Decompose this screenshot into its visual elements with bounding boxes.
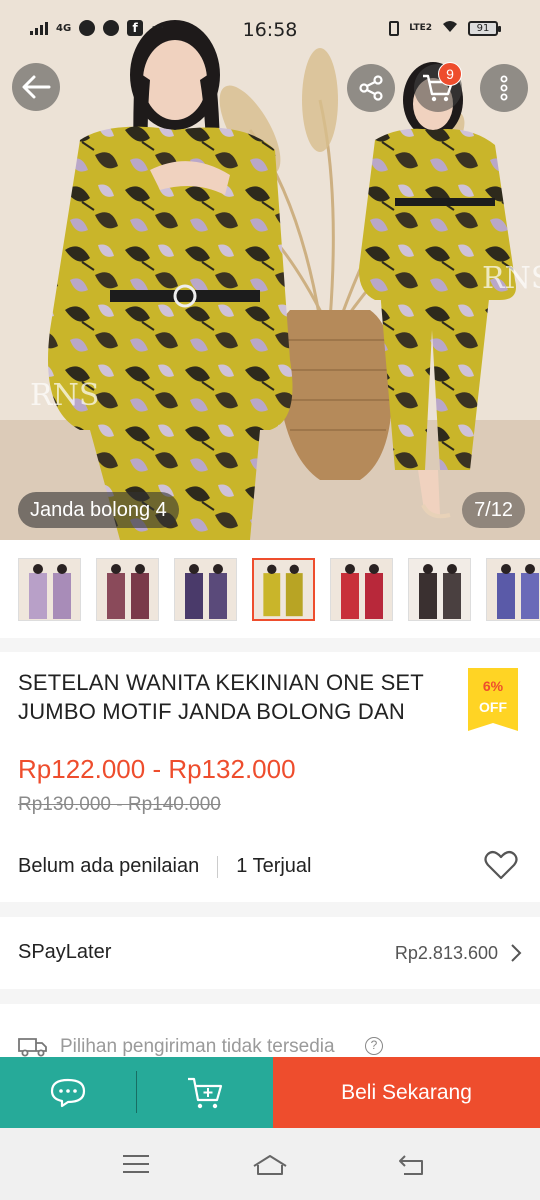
vibrate-icon	[389, 20, 400, 36]
shipping-row: Pilihan pengiriman tidak tersedia ?	[0, 1004, 540, 1064]
wifi-icon	[442, 20, 458, 36]
chat-button[interactable]	[0, 1057, 136, 1128]
watermark-left: RNS	[30, 378, 99, 413]
action-divider	[136, 1057, 137, 1128]
rating-sold-row: Belum ada penilaian 1 Terjual	[18, 855, 311, 878]
spaylater-label: SPayLater	[18, 941, 112, 963]
battery-icon: 91	[468, 20, 501, 36]
product-title: SETELAN WANITA KEKINIAN ONE SET JUMBO MO…	[18, 670, 424, 724]
spaylater-row[interactable]: SPayLater Rp2.813.600	[0, 917, 540, 989]
original-price-range: Rp130.000 - Rp140.000	[18, 794, 221, 815]
chat-icon	[50, 1078, 86, 1107]
arrow-left-icon	[22, 75, 51, 99]
thumbnail-6[interactable]	[408, 558, 471, 621]
rating-text: Belum ada penilaian	[18, 855, 200, 877]
back-nav-icon[interactable]	[398, 1154, 426, 1181]
help-icon[interactable]: ?	[365, 1037, 383, 1055]
thumbnail-2[interactable]	[96, 558, 159, 621]
thumbnail-5[interactable]	[330, 558, 393, 621]
heart-icon	[484, 850, 518, 880]
back-button[interactable]	[12, 63, 60, 111]
status-bar: 4G f ··· 16:58 LTE2 91	[0, 0, 540, 62]
discount-percent: 6%	[482, 678, 504, 694]
spaylater-value: Rp2.813.600	[394, 943, 498, 963]
cart-count-badge: 9	[438, 62, 462, 86]
favorite-button[interactable]	[484, 850, 518, 885]
variant-label: Janda bolong 4	[18, 492, 179, 528]
product-detail-screen: RNS RNS 4G f ··· 16:58 LTE2 91	[0, 0, 540, 1200]
chevron-right-icon	[510, 943, 522, 968]
system-nav-bar	[0, 1128, 540, 1200]
thumbnail-1[interactable]	[18, 558, 81, 621]
more-options-button[interactable]	[480, 64, 528, 112]
buy-now-button[interactable]: Beli Sekarang	[273, 1057, 540, 1128]
shipping-text: Pilihan pengiriman tidak tersedia	[60, 1036, 335, 1057]
home-icon[interactable]	[252, 1154, 288, 1181]
divider	[217, 855, 219, 878]
product-info-section: SETELAN WANITA KEKINIAN ONE SET JUMBO MO…	[0, 652, 540, 902]
menu-icon[interactable]	[122, 1154, 150, 1179]
status-right-group: LTE2 91	[389, 20, 501, 36]
sold-count: 1 Terjual	[236, 855, 312, 877]
price-range: Rp122.000 - Rp132.000	[18, 754, 296, 784]
image-counter: 7/12	[462, 492, 525, 528]
thumbnail-7[interactable]	[486, 558, 540, 621]
bottom-action-bar: Beli Sekarang	[0, 1057, 540, 1128]
add-cart-icon	[188, 1077, 223, 1108]
share-button[interactable]	[347, 64, 395, 112]
thumbnail-3[interactable]	[174, 558, 237, 621]
discount-badge: 6% OFF	[468, 668, 518, 731]
more-vertical-icon	[500, 75, 508, 101]
share-icon	[359, 75, 383, 101]
thumbnail-strip[interactable]	[0, 540, 540, 638]
lte-label: LTE2	[409, 23, 432, 33]
cart-button[interactable]: 9	[414, 62, 462, 112]
discount-off-label: OFF	[479, 699, 507, 715]
add-to-cart-button[interactable]	[137, 1057, 273, 1128]
thumbnail-4-selected[interactable]	[252, 558, 315, 621]
watermark-right: RNS	[482, 261, 540, 296]
